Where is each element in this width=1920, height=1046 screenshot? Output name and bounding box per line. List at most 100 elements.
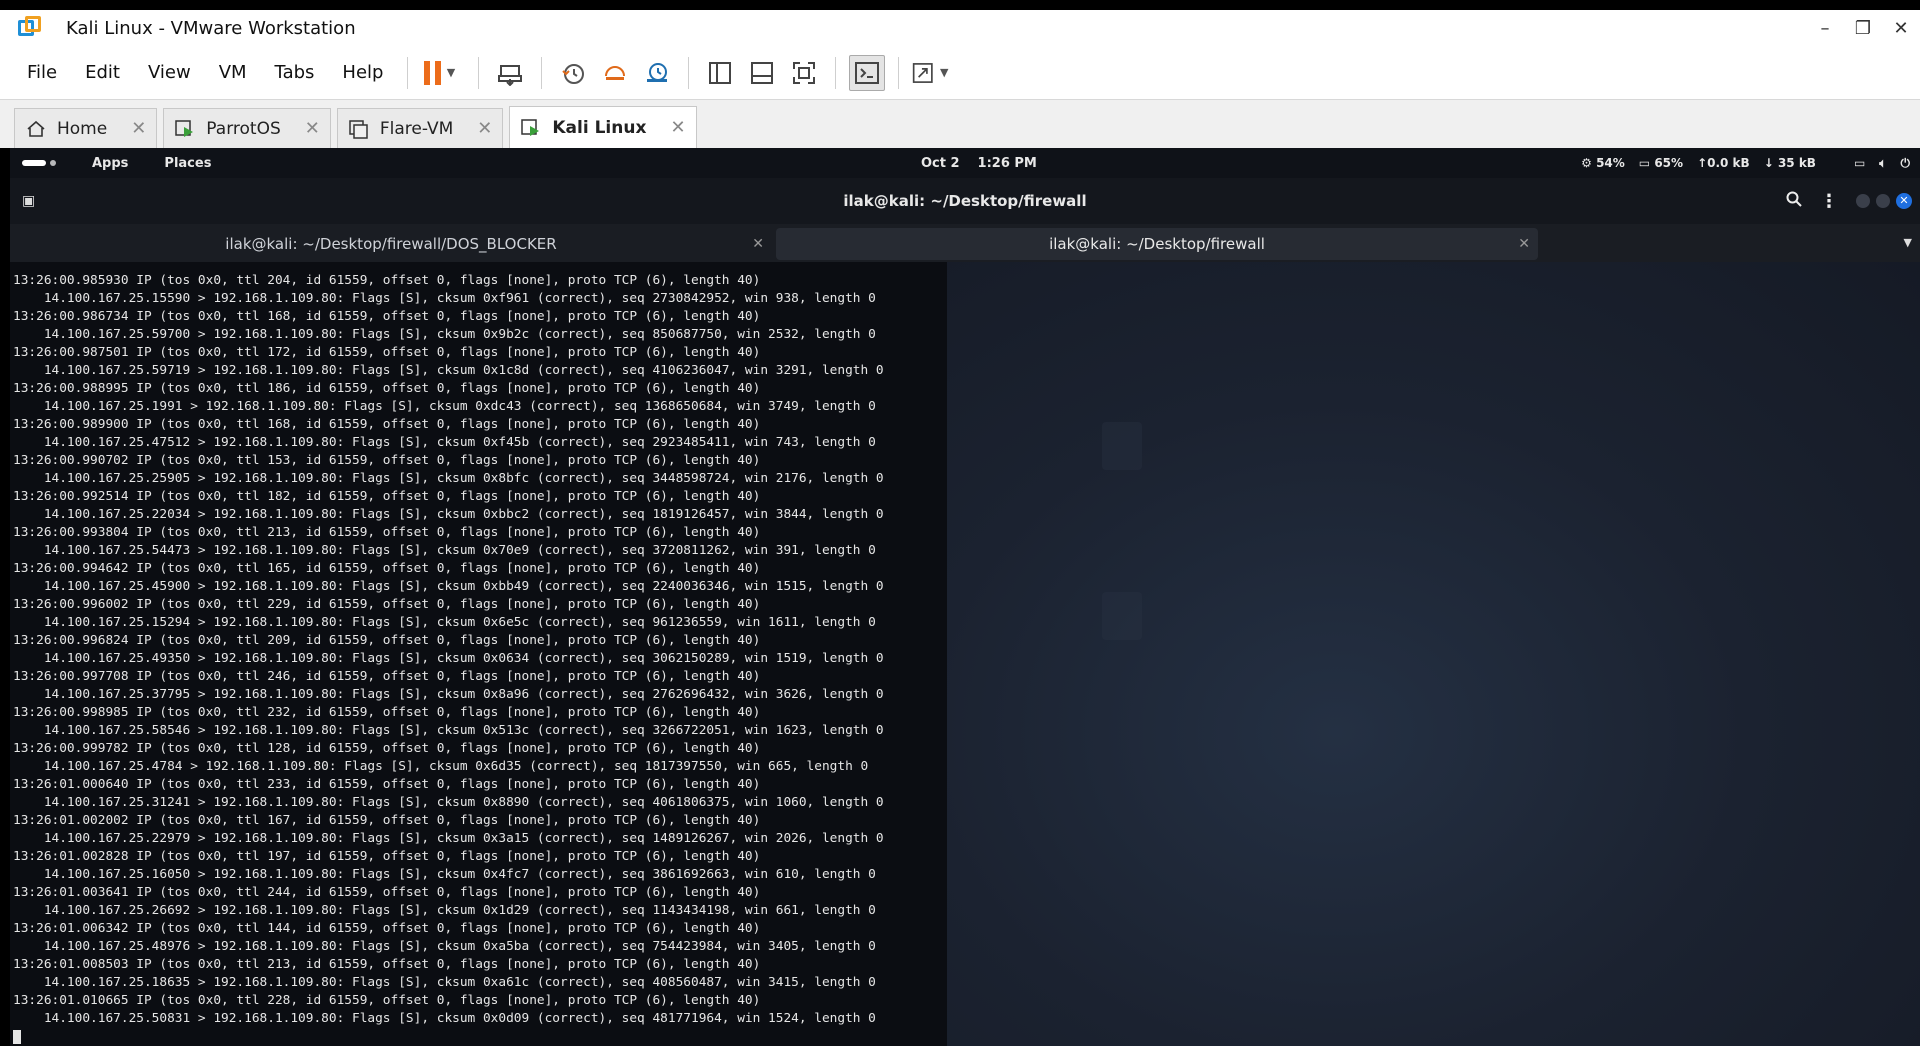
show-library-button[interactable] [702,55,738,91]
volume-icon[interactable]: 🔈︎ [1879,156,1886,171]
menu-file[interactable]: File [27,62,57,83]
terminal-line: 14.100.167.25.47512 > 192.168.1.109.80: … [13,435,876,450]
upload-indicator[interactable]: ↑0.0 kB [1697,156,1750,170]
workspace-indicator-icon[interactable] [22,160,56,166]
system-tray: ⚙ 54% ▭ 65% ↑0.0 kB ↓ 35 kB ▭ 🔈︎ ⏻ [1581,156,1920,171]
terminal-line: 13:26:00.997708 IP (tos 0x0, ttl 246, id… [13,669,761,684]
cpu-value: 54% [1596,156,1625,170]
toolbar-divider [407,56,409,89]
take-snapshot-button[interactable] [555,55,591,91]
cpu-indicator[interactable]: ⚙ 54% [1581,156,1625,170]
desktop-file-icon[interactable] [1087,422,1157,474]
terminal-line: 14.100.167.25.1991 > 192.168.1.109.80: F… [13,399,876,414]
terminal-headerbar: ▣ ilak@kali: ~/Desktop/firewall ⋮ ✕ [10,178,1920,224]
tab-flare-vm[interactable]: Flare-VM ✕ [336,108,504,148]
snapshot-manager-button[interactable] [639,55,675,91]
kali-top-panel: Apps Places Oct 2 1:26 PM ⚙ 54% ▭ 65% ↑0.… [10,148,1920,178]
unity-icon [913,62,934,83]
menu-vm[interactable]: VM [219,62,247,83]
terminal-line: 14.100.167.25.31241 > 192.168.1.109.80: … [13,795,884,810]
menu-tabs[interactable]: Tabs [275,62,315,83]
terminal-line: 13:26:01.002828 IP (tos 0x0, ttl 197, id… [13,849,761,864]
terminal-line: 13:26:01.006342 IP (tos 0x0, ttl 144, id… [13,921,761,936]
chevron-down-icon[interactable]: ▼ [447,66,455,79]
terminal-line: 14.100.167.25.45900 > 192.168.1.109.80: … [13,579,884,594]
close-window-button[interactable]: ✕ [1882,18,1920,39]
close-icon[interactable]: ✕ [131,118,146,139]
terminal-line: 14.100.167.25.4784 > 192.168.1.109.80: F… [13,759,869,774]
vm-stopped-icon [348,118,370,140]
display-icon[interactable]: ▭ [1854,156,1865,170]
clock[interactable]: Oct 2 1:26 PM [921,156,1055,171]
vmware-logo-icon [18,16,42,40]
power-icon[interactable]: ⏻ [1901,156,1911,171]
memory-indicator[interactable]: ▭ 65% [1639,156,1683,170]
maximize-button[interactable]: ❐ [1844,18,1882,39]
minimize-terminal-button[interactable] [1856,194,1870,208]
menu-edit[interactable]: Edit [85,62,120,83]
vm-running-icon [174,118,196,140]
terminal-line: 14.100.167.25.48976 > 192.168.1.109.80: … [13,939,876,954]
terminal-line: 13:26:00.990702 IP (tos 0x0, ttl 153, id… [13,453,761,468]
terminal-tab-dos-blocker[interactable]: ilak@kali: ~/Desktop/firewall/DOS_BLOCKE… [10,228,772,260]
terminal-line: 14.100.167.25.58546 > 192.168.1.109.80: … [13,723,884,738]
toolbar-divider [478,56,480,89]
toolbar-divider [898,56,900,89]
menu-kebab-icon[interactable]: ⋮ [1820,191,1838,212]
revert-snapshot-button[interactable] [597,55,633,91]
pause-button[interactable]: ▼ [421,55,457,91]
terminal-line: 13:26:00.985930 IP (tos 0x0, ttl 204, id… [13,273,761,288]
apps-menu[interactable]: Apps [92,156,128,171]
close-icon[interactable]: ✕ [477,118,492,139]
places-menu[interactable]: Places [164,156,211,171]
close-icon[interactable]: ✕ [670,117,685,138]
send-keys-icon [498,64,523,86]
thumbnail-bar-button[interactable] [744,55,780,91]
search-icon[interactable] [1786,191,1802,211]
chevron-down-icon[interactable]: ▼ [940,66,948,79]
arrow-down-icon: ↓ [1763,156,1774,170]
close-icon[interactable]: ✕ [305,118,320,139]
terminal-line: 13:26:00.999782 IP (tos 0x0, ttl 128, id… [13,741,761,756]
fullscreen-button[interactable] [786,55,822,91]
terminal-line: 14.100.167.25.15590 > 192.168.1.109.80: … [13,291,876,306]
desktop-folder-icon[interactable] [1087,592,1157,644]
close-icon[interactable]: ✕ [1518,228,1530,260]
terminal-tab-label: ilak@kali: ~/Desktop/firewall/DOS_BLOCKE… [225,235,557,253]
terminal-line: 14.100.167.25.26692 > 192.168.1.109.80: … [13,903,876,918]
menu-help[interactable]: Help [342,62,383,83]
cpu-icon: ⚙ [1581,156,1592,170]
tab-home[interactable]: Home ✕ [14,108,158,148]
terminal-line: 13:26:00.987501 IP (tos 0x0, ttl 172, id… [13,345,761,360]
terminal-line: 14.100.167.25.37795 > 192.168.1.109.80: … [13,687,884,702]
chevron-down-icon[interactable]: ▼ [1904,236,1912,249]
download-indicator[interactable]: ↓ 35 kB [1764,156,1816,170]
minimize-button[interactable]: – [1806,18,1844,39]
terminal-tab-firewall[interactable]: ilak@kali: ~/Desktop/firewall ✕ [776,228,1538,260]
snapshot-manager-icon [647,62,668,82]
stretch-guest-button[interactable]: ▼ [912,55,948,91]
tab-parrotos[interactable]: ParrotOS ✕ [163,108,331,148]
thumbnail-icon [751,61,774,84]
terminal-line: 13:26:00.989900 IP (tos 0x0, ttl 168, id… [13,417,761,432]
close-terminal-button[interactable]: ✕ [1896,193,1912,209]
memory-icon: ▭ [1638,156,1651,170]
download-value: 35 kB [1777,156,1816,170]
terminal-line: 13:26:00.988995 IP (tos 0x0, ttl 186, id… [13,381,761,396]
text-cursor [13,1030,21,1044]
revert-snapshot-icon [605,65,626,80]
terminal-line: 14.100.167.25.59700 > 192.168.1.109.80: … [13,327,876,342]
close-icon[interactable]: ✕ [752,228,764,260]
guest-display[interactable]: Apps Places Oct 2 1:26 PM ⚙ 54% ▭ 65% ↑0.… [10,148,1920,1046]
terminal-line: 14.100.167.25.49350 > 192.168.1.109.80: … [13,651,884,666]
maximize-terminal-button[interactable] [1876,194,1890,208]
send-ctrl-alt-del-button[interactable] [492,55,528,91]
vm-running-icon [520,117,542,139]
terminal-line: 14.100.167.25.18635 > 192.168.1.109.80: … [13,975,876,990]
terminal-line: 13:26:00.992514 IP (tos 0x0, ttl 182, id… [13,489,761,504]
menu-view[interactable]: View [148,62,191,83]
terminal-tab-label: ilak@kali: ~/Desktop/firewall [1049,235,1265,253]
console-view-button[interactable] [849,54,886,91]
terminal-title: ilak@kali: ~/Desktop/firewall [843,192,1087,210]
tab-kali-linux[interactable]: Kali Linux ✕ [509,106,697,148]
